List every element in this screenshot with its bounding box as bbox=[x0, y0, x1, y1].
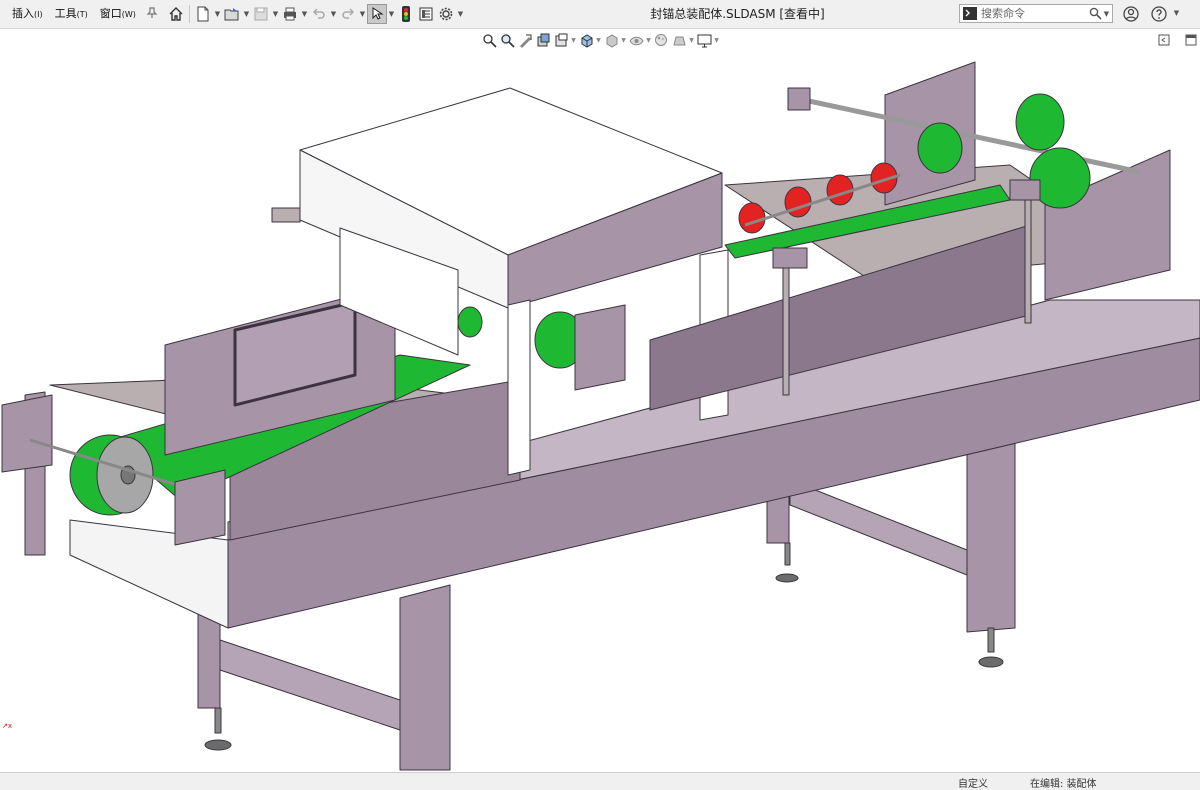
foot-screw bbox=[987, 627, 995, 653]
title-bar: 插入(I) 工具(T) 窗口(W) ▼ ▼ ▼ ▼ ▼ ▼ ▼ ▼ 封锚总装配体… bbox=[0, 0, 1200, 29]
undo-icon[interactable] bbox=[309, 4, 329, 24]
foot-pad bbox=[204, 739, 232, 751]
post bbox=[1024, 197, 1032, 324]
foot-pad bbox=[775, 573, 799, 583]
dynamic-annotation-icon[interactable] bbox=[552, 31, 570, 49]
select-arrow-icon[interactable] bbox=[367, 4, 387, 24]
coordinate-triad-icon: ↗x bbox=[2, 722, 13, 730]
save-icon[interactable] bbox=[251, 4, 271, 24]
apply-scene-icon[interactable] bbox=[670, 31, 688, 49]
menu-tools[interactable]: 工具(T) bbox=[49, 0, 94, 29]
user-icon[interactable] bbox=[1121, 4, 1141, 24]
quick-access-toolbar: ▼ ▼ ▼ ▼ ▼ ▼ ▼ ▼ bbox=[166, 3, 465, 25]
home-icon[interactable] bbox=[166, 4, 186, 24]
menu-window[interactable]: 窗口(W) bbox=[94, 0, 142, 29]
menu-bar: 插入(I) 工具(T) 窗口(W) bbox=[6, 0, 162, 28]
toolbar-divider bbox=[189, 5, 190, 23]
display-style-dropdown-icon[interactable]: ▼ bbox=[620, 37, 627, 44]
search-dropdown-icon[interactable]: ▼ bbox=[1102, 10, 1111, 18]
view-settings-dropdown-icon[interactable]: ▼ bbox=[713, 37, 720, 44]
new-document-icon[interactable] bbox=[193, 4, 213, 24]
hood-shelf bbox=[271, 207, 301, 223]
section-view-icon[interactable] bbox=[534, 31, 552, 49]
previous-view-icon[interactable] bbox=[516, 31, 534, 49]
post-block bbox=[1009, 179, 1041, 201]
redo-icon[interactable] bbox=[338, 4, 358, 24]
heads-up-view-toolbar: ▼ ▼ ▼ ▼ ▼ ▼ bbox=[480, 30, 720, 50]
help-icon[interactable] bbox=[1149, 4, 1169, 24]
zoom-to-fit-icon[interactable] bbox=[480, 31, 498, 49]
help-dropdown-icon[interactable]: ▼ bbox=[1172, 9, 1181, 17]
select-dropdown-icon[interactable]: ▼ bbox=[387, 10, 396, 18]
end-plate-left bbox=[1, 394, 53, 473]
status-bar: 自定义 在编辑: 装配体 bbox=[0, 772, 1200, 790]
search-box: ▼ bbox=[959, 4, 1113, 23]
settings-gear-icon[interactable] bbox=[436, 4, 456, 24]
pressure-wheel bbox=[784, 186, 812, 218]
foot-pad bbox=[978, 656, 1004, 668]
save-dropdown-icon[interactable]: ▼ bbox=[271, 10, 280, 18]
foot-screw bbox=[214, 707, 222, 734]
hide-show-dropdown-icon[interactable]: ▼ bbox=[645, 37, 652, 44]
terminal-icon bbox=[963, 7, 977, 20]
scene-dropdown-icon[interactable]: ▼ bbox=[688, 37, 695, 44]
view-orientation-icon[interactable] bbox=[577, 31, 595, 49]
graphics-viewport[interactable] bbox=[0, 52, 1200, 772]
settings-dropdown-icon[interactable]: ▼ bbox=[456, 10, 465, 18]
search-icon[interactable] bbox=[1089, 7, 1102, 20]
view-settings-icon[interactable] bbox=[695, 31, 713, 49]
status-left-text: 自定义 bbox=[958, 779, 988, 790]
shaft-block bbox=[787, 87, 811, 111]
crossbar-right bbox=[789, 479, 968, 576]
post-block bbox=[772, 247, 808, 269]
window-title: 封锚总装配体.SLDASM [查看中] bbox=[650, 7, 825, 21]
post bbox=[782, 254, 790, 396]
hood-roller bbox=[457, 306, 483, 338]
menu-insert[interactable]: 插入(I) bbox=[6, 0, 49, 29]
orientation-dropdown-icon[interactable]: ▼ bbox=[595, 37, 602, 44]
assembly-model bbox=[1, 61, 1200, 771]
leg-front-left-2 bbox=[399, 584, 451, 771]
center-bracket bbox=[574, 304, 626, 391]
display-style-icon[interactable] bbox=[602, 31, 620, 49]
restore-pane-icon[interactable] bbox=[1157, 33, 1171, 47]
options-icon[interactable] bbox=[416, 4, 436, 24]
zoom-to-area-icon[interactable] bbox=[498, 31, 516, 49]
new-document-dropdown-icon[interactable]: ▼ bbox=[213, 10, 222, 18]
maximize-pane-icon[interactable] bbox=[1184, 33, 1198, 47]
print-dropdown-icon[interactable]: ▼ bbox=[300, 10, 309, 18]
annotation-dropdown-icon[interactable]: ▼ bbox=[570, 37, 577, 44]
crossbar-left bbox=[219, 639, 401, 731]
search-input[interactable] bbox=[977, 6, 1089, 21]
foot-screw bbox=[784, 542, 791, 566]
tensioner-plate bbox=[174, 469, 226, 546]
right-roller bbox=[917, 122, 963, 174]
pressure-wheel bbox=[738, 202, 766, 234]
undo-dropdown-icon[interactable]: ▼ bbox=[329, 10, 338, 18]
redo-dropdown-icon[interactable]: ▼ bbox=[358, 10, 367, 18]
pin-icon[interactable] bbox=[142, 6, 162, 22]
open-folder-icon[interactable] bbox=[222, 4, 242, 24]
open-dropdown-icon[interactable]: ▼ bbox=[242, 10, 251, 18]
status-right-text: 在编辑: 装配体 bbox=[1030, 779, 1097, 790]
traffic-light-icon[interactable] bbox=[396, 4, 416, 24]
hide-show-items-icon[interactable] bbox=[627, 31, 645, 49]
print-icon[interactable] bbox=[280, 4, 300, 24]
edit-appearance-icon[interactable] bbox=[652, 31, 670, 49]
hood-support bbox=[507, 299, 531, 476]
right-roller bbox=[1015, 93, 1065, 151]
